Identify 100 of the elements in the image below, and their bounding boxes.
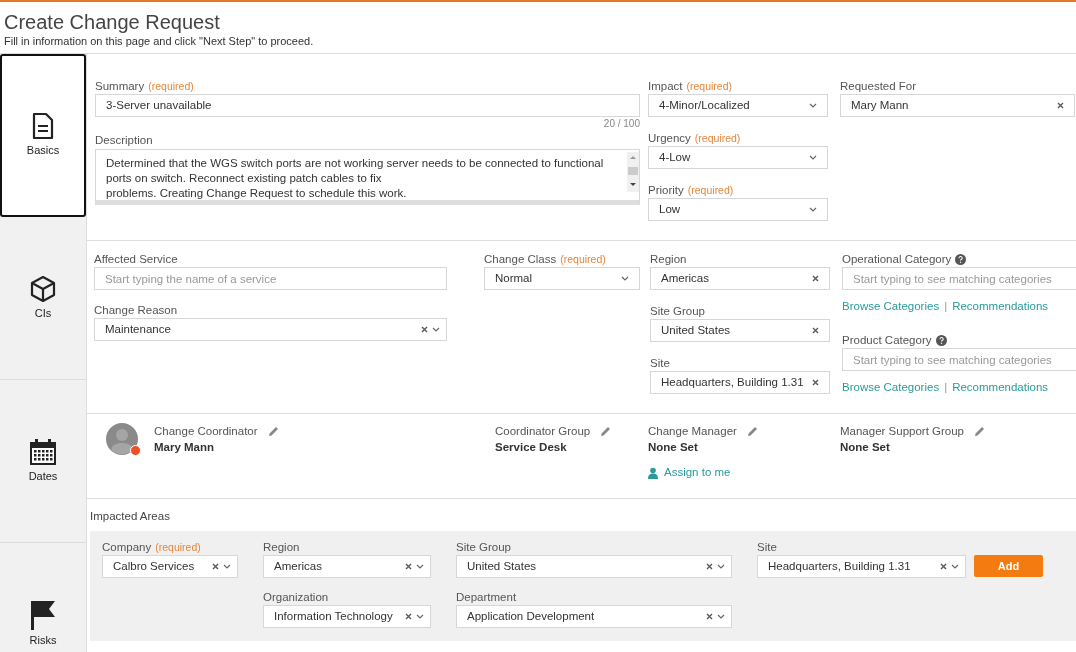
page-title: Create Change Request [4,10,221,34]
field-label: Description [95,133,153,147]
caret-icon [432,327,440,332]
caret-icon [809,207,817,212]
pencil-icon[interactable] [267,425,279,437]
text-field[interactable]: Headquarters, Building 1.31 [650,371,830,394]
person-icon [648,466,660,479]
text-field[interactable]: United States [650,319,830,342]
field-label: Site Group [456,540,511,554]
field-label: Change Class [484,252,557,266]
caret-icon [951,564,959,569]
field-label: Requested For [840,79,917,93]
field-value: None Set [648,440,699,454]
dropdown[interactable]: Information Technology [263,605,431,628]
page-subtitle: Fill in information on this page and click "Next Step" to proceed. [4,34,315,48]
dropdown[interactable]: Low [648,198,828,221]
field-label: Department [456,590,517,604]
link-separator: | [944,299,948,314]
link-separator: | [944,380,948,396]
required-note: (required) [155,540,201,554]
clear-icon[interactable] [421,326,428,333]
caret-icon [223,564,231,569]
text-field[interactable]: Americas [650,267,830,290]
category-link[interactable]: Browse Categories [842,298,940,316]
field-label: Product Category [842,333,932,348]
description-field[interactable] [95,149,640,205]
pencil-icon[interactable] [746,425,758,437]
clear-icon[interactable] [812,275,819,282]
caret-icon [809,103,817,108]
help-icon[interactable] [955,253,967,265]
dropdown[interactable]: Application Development [456,605,732,628]
pencil-icon[interactable] [974,425,986,437]
field-label: Operational Category [842,252,952,266]
dropdown[interactable]: Maintenance [94,318,447,341]
field-value: None Set [840,440,891,454]
category-link[interactable]: Recommendations [952,379,1049,397]
nav-tab[interactable]: CIs [0,217,86,380]
clear-icon[interactable] [706,613,713,620]
nav-tab[interactable]: Dates [0,380,86,543]
clear-icon[interactable] [812,327,819,334]
pencil-icon[interactable] [600,425,612,437]
field-label: Company [102,540,152,554]
help-icon[interactable] [935,334,947,346]
description-text: problems. Creating Change Request to schedule this work. [106,186,408,201]
dropdown[interactable]: Headquarters, Building 1.31 [757,555,966,578]
dropdown[interactable]: Americas [263,555,431,578]
field-label: Change Manager [648,424,737,438]
dropdown[interactable]: United States [456,555,732,578]
field-value: Mary Mann [154,440,216,454]
calendar-icon [29,437,57,466]
field-label: Manager Support Group [840,424,965,438]
nav-tab[interactable]: Risks [0,543,86,652]
field-label: Change Coordinator [154,424,258,438]
field-label: Region [650,252,687,266]
clear-icon[interactable] [405,563,412,570]
scrollbar-icon[interactable] [627,152,639,192]
section-title: Impacted Areas [90,509,171,523]
field-label: Summary [95,79,145,93]
dropdown[interactable]: Calbro Services [102,555,238,578]
clear-icon[interactable] [706,563,713,570]
dropdown[interactable]: Normal [484,267,640,290]
clear-icon[interactable] [405,613,412,620]
field-label: Priority [648,183,684,197]
character-counter: 20 / 100 [603,117,640,131]
category-link[interactable]: Browse Categories [842,379,940,397]
required-note: (required) [148,79,194,93]
text-field[interactable]: Start typing to see matching categories [842,267,1076,290]
text-field[interactable]: Mary Mann [840,94,1075,117]
clear-icon[interactable] [212,563,219,570]
document-icon [32,112,54,141]
dropdown[interactable]: 4-Minor/Localized [648,94,828,117]
flag-icon [30,599,56,630]
caret-icon [416,564,424,569]
caret-icon [621,276,629,281]
assign-link[interactable]: Assign to me [648,464,758,482]
field-label: Affected Service [94,252,178,266]
nav-tab[interactable]: Basics [0,54,86,217]
field-label: Impact [648,79,683,93]
field-label: Region [263,540,300,554]
required-note: (required) [686,79,733,93]
clear-icon[interactable] [1057,102,1064,109]
field-value: Service Desk [495,440,568,454]
field-label: Urgency [648,131,691,145]
text-field[interactable]: Start typing to see matching categories [842,348,1076,372]
field-label: Organization [263,590,329,604]
field-label: Site [757,540,777,554]
caret-icon [717,564,725,569]
dropdown[interactable]: 4-Low [648,146,828,169]
cube-icon [30,274,56,303]
category-link[interactable]: Recommendations [952,298,1049,316]
caret-icon [416,614,424,619]
caret-icon [809,155,817,160]
field-label: Change Reason [94,303,178,317]
caret-icon [717,614,725,619]
clear-icon[interactable] [940,563,947,570]
field-label: Coordinator Group [495,424,591,438]
summary-field[interactable]: 3-Server unavailable [95,94,640,117]
text-field[interactable]: Start typing the name of a service [94,267,447,290]
required-note: (required) [694,131,741,145]
clear-icon[interactable] [812,379,819,386]
